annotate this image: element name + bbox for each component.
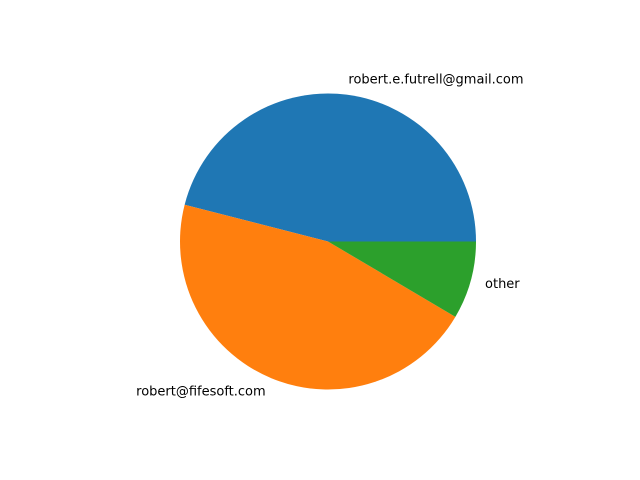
pie-label-0: robert.e.futrell@gmail.com (348, 72, 523, 87)
pie-chart-figure: robert.e.futrell@gmail.com robert@fifesof… (0, 0, 640, 480)
pie-label-2: other (485, 277, 520, 292)
pie-label-1: robert@fifesoft.com (136, 384, 266, 399)
pie-slices (179, 93, 477, 390)
